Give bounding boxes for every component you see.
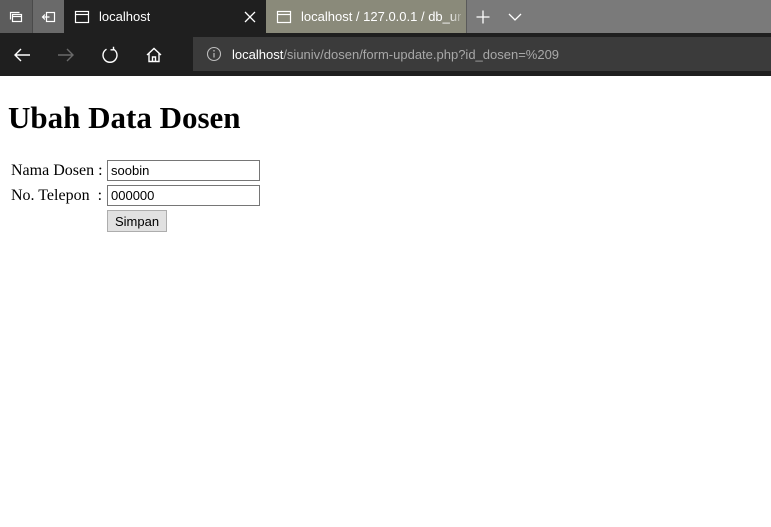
plus-icon: [476, 10, 490, 23]
nama-dosen-label: Nama Dosen :: [11, 162, 103, 179]
forward-arrow-icon: [58, 48, 74, 62]
back-arrow-icon: [14, 48, 30, 62]
set-tabs-aside-button[interactable]: [32, 0, 64, 33]
tab-strip: localhost localhost / 127.0.0.1 / db_ur: [0, 0, 771, 33]
tab-localhost[interactable]: localhost: [64, 0, 266, 33]
tab-preview-button[interactable]: [0, 0, 32, 33]
page-icon: [74, 10, 90, 23]
set-aside-icon: [41, 11, 55, 22]
refresh-icon: [102, 46, 118, 63]
tab-list-button[interactable]: [499, 0, 531, 33]
forward-button[interactable]: [52, 41, 80, 69]
refresh-button[interactable]: [96, 41, 124, 69]
close-tab-button[interactable]: [242, 9, 258, 25]
no-telepon-input[interactable]: [107, 185, 260, 206]
home-button[interactable]: [140, 41, 168, 69]
page-icon: [276, 10, 292, 23]
tab-title: localhost: [99, 9, 151, 24]
back-button[interactable]: [8, 41, 36, 69]
address-bar[interactable]: localhost/siuniv/dosen/form-update.php?i…: [193, 37, 771, 71]
close-icon: [244, 11, 256, 23]
url-path: /siuniv/dosen/form-update.php?id_dosen=%…: [283, 46, 560, 62]
tab-preview-icon: [9, 11, 23, 22]
chevron-down-icon: [508, 13, 522, 21]
new-tab-button[interactable]: [467, 0, 499, 33]
info-icon[interactable]: [206, 46, 222, 62]
page-title: Ubah Data Dosen: [8, 100, 241, 135]
tab-phpmyadmin[interactable]: localhost / 127.0.0.1 / db_ur: [266, 0, 466, 33]
tab-title: localhost / 127.0.0.1 / db_ur: [301, 9, 462, 24]
navigation-bar: localhost/siuniv/dosen/form-update.php?i…: [0, 33, 771, 76]
simpan-button[interactable]: Simpan: [107, 210, 168, 232]
no-telepon-label: No. Telepon :: [11, 187, 103, 204]
url-host: localhost: [232, 46, 284, 62]
home-icon: [146, 47, 162, 63]
nama-dosen-input[interactable]: [107, 160, 260, 181]
page-content: Ubah Data Dosen Nama Dosen : No. Telepon…: [0, 76, 771, 527]
